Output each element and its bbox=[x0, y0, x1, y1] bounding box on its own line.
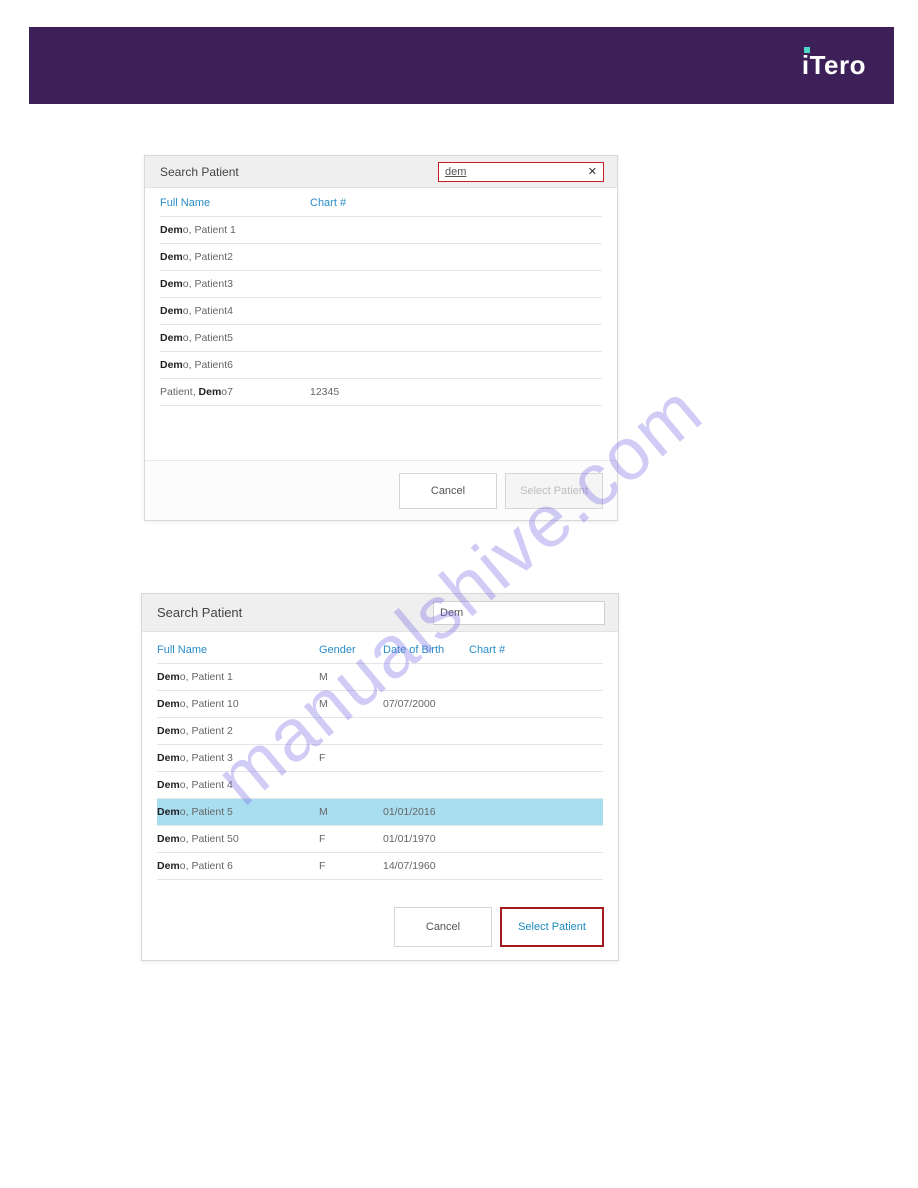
table-row[interactable]: Demo, Patient4 bbox=[160, 298, 602, 325]
dob-cell bbox=[383, 752, 469, 764]
gender-cell: F bbox=[319, 860, 383, 872]
table-row[interactable]: Demo, Patient3 bbox=[160, 271, 602, 298]
select-patient-button[interactable]: Select Patient bbox=[500, 907, 604, 947]
dob-cell bbox=[383, 725, 469, 737]
chart-cell bbox=[469, 860, 549, 872]
search-input-value: Dem bbox=[440, 607, 598, 619]
panel-footer: Cancel Select Patient bbox=[142, 894, 618, 960]
table-row[interactable]: Demo, Patient 1M bbox=[157, 664, 603, 691]
dob-cell bbox=[383, 671, 469, 683]
patient-name-cell: Demo, Patient 2 bbox=[157, 725, 319, 737]
select-patient-button: Select Patient bbox=[505, 473, 603, 509]
table-row[interactable]: Demo, Patient5 bbox=[160, 325, 602, 352]
panel-header: Search Patient dem ✕ bbox=[145, 156, 617, 188]
search-patient-panel-2: Search Patient Dem Full Name Gender Date… bbox=[141, 593, 619, 961]
table-row[interactable]: Demo, Patient6 bbox=[160, 352, 602, 379]
cancel-button[interactable]: Cancel bbox=[394, 907, 492, 947]
table-header-row: Full Name Chart # bbox=[160, 188, 602, 217]
patient-name-cell: Demo, Patient2 bbox=[160, 251, 310, 263]
patient-name-cell: Demo, Patient 1 bbox=[160, 224, 310, 236]
chart-cell bbox=[469, 698, 549, 710]
table-row[interactable]: Demo, Patient 50F01/01/1970 bbox=[157, 826, 603, 853]
patient-name-cell: Demo, Patient4 bbox=[160, 305, 310, 317]
dob-cell: 14/07/1960 bbox=[383, 860, 469, 872]
search-input-box[interactable]: Dem bbox=[433, 601, 605, 625]
chart-cell bbox=[310, 278, 410, 290]
chart-cell bbox=[469, 752, 549, 764]
patient-name-cell: Demo, Patient 10 bbox=[157, 698, 319, 710]
chart-cell bbox=[310, 224, 410, 236]
col-header-full-name[interactable]: Full Name bbox=[157, 644, 319, 656]
chart-cell bbox=[310, 305, 410, 317]
dob-cell bbox=[383, 779, 469, 791]
patient-name-cell: Demo, Patient 4 bbox=[157, 779, 319, 791]
results-table: Full Name Chart # Demo, Patient 1 Demo, P… bbox=[145, 188, 617, 406]
search-input-value: dem bbox=[445, 166, 588, 178]
cancel-button[interactable]: Cancel bbox=[399, 473, 497, 509]
patient-name-cell: Demo, Patient 3 bbox=[157, 752, 319, 764]
gender-cell: M bbox=[319, 671, 383, 683]
brand-logo: iTero bbox=[802, 50, 866, 81]
top-banner: iTero bbox=[29, 27, 894, 104]
chart-cell bbox=[310, 251, 410, 263]
col-header-dob[interactable]: Date of Birth bbox=[383, 644, 469, 656]
chart-cell bbox=[469, 806, 549, 818]
gender-cell: F bbox=[319, 752, 383, 764]
chart-cell: 12345 bbox=[310, 386, 410, 398]
dob-cell: 01/01/1970 bbox=[383, 833, 469, 845]
patient-name-cell: Demo, Patient 1 bbox=[157, 671, 319, 683]
logo-text: iTero bbox=[802, 50, 866, 80]
table-row[interactable]: Demo, Patient 1 bbox=[160, 217, 602, 244]
search-patient-panel-1: Search Patient dem ✕ Full Name Chart # D… bbox=[144, 155, 618, 521]
logo-accent-dot bbox=[804, 47, 810, 53]
table-row[interactable]: Demo, Patient 3F bbox=[157, 745, 603, 772]
dob-cell: 01/01/2016 bbox=[383, 806, 469, 818]
chart-cell bbox=[469, 671, 549, 683]
patient-name-cell: Demo, Patient 6 bbox=[157, 860, 319, 872]
table-row[interactable]: Demo, Patient 5M01/01/2016 bbox=[157, 799, 603, 826]
table-row[interactable]: Demo, Patient 6F14/07/1960 bbox=[157, 853, 603, 880]
results-table: Full Name Gender Date of Birth Chart # D… bbox=[142, 632, 618, 880]
col-header-chart[interactable]: Chart # bbox=[469, 644, 549, 656]
patient-name-cell: Patient, Demo7 bbox=[160, 386, 310, 398]
panel-title: Search Patient bbox=[160, 165, 239, 179]
patient-name-cell: Demo, Patient 5 bbox=[157, 806, 319, 818]
col-header-gender[interactable]: Gender bbox=[319, 644, 383, 656]
table-header-row: Full Name Gender Date of Birth Chart # bbox=[157, 632, 603, 664]
patient-name-cell: Demo, Patient5 bbox=[160, 332, 310, 344]
gender-cell: F bbox=[319, 833, 383, 845]
patient-name-cell: Demo, Patient6 bbox=[160, 359, 310, 371]
gender-cell: M bbox=[319, 806, 383, 818]
col-header-full-name[interactable]: Full Name bbox=[160, 197, 310, 209]
chart-cell bbox=[469, 833, 549, 845]
panel-header: Search Patient Dem bbox=[142, 594, 618, 632]
table-row[interactable]: Demo, Patient 4 bbox=[157, 772, 603, 799]
chart-cell bbox=[310, 332, 410, 344]
chart-cell bbox=[469, 779, 549, 791]
patient-name-cell: Demo, Patient 50 bbox=[157, 833, 319, 845]
search-input-box[interactable]: dem ✕ bbox=[438, 162, 604, 182]
table-row[interactable]: Patient, Demo712345 bbox=[160, 379, 602, 406]
chart-cell bbox=[310, 359, 410, 371]
gender-cell bbox=[319, 779, 383, 791]
patient-name-cell: Demo, Patient3 bbox=[160, 278, 310, 290]
col-header-chart[interactable]: Chart # bbox=[310, 197, 410, 209]
table-row[interactable]: Demo, Patient 10M07/07/2000 bbox=[157, 691, 603, 718]
gender-cell: M bbox=[319, 698, 383, 710]
panel-title: Search Patient bbox=[157, 605, 242, 620]
table-row[interactable]: Demo, Patient2 bbox=[160, 244, 602, 271]
gender-cell bbox=[319, 725, 383, 737]
dob-cell: 07/07/2000 bbox=[383, 698, 469, 710]
clear-search-icon[interactable]: ✕ bbox=[588, 165, 597, 178]
panel-footer: Cancel Select Patient bbox=[145, 460, 617, 520]
table-row[interactable]: Demo, Patient 2 bbox=[157, 718, 603, 745]
chart-cell bbox=[469, 725, 549, 737]
